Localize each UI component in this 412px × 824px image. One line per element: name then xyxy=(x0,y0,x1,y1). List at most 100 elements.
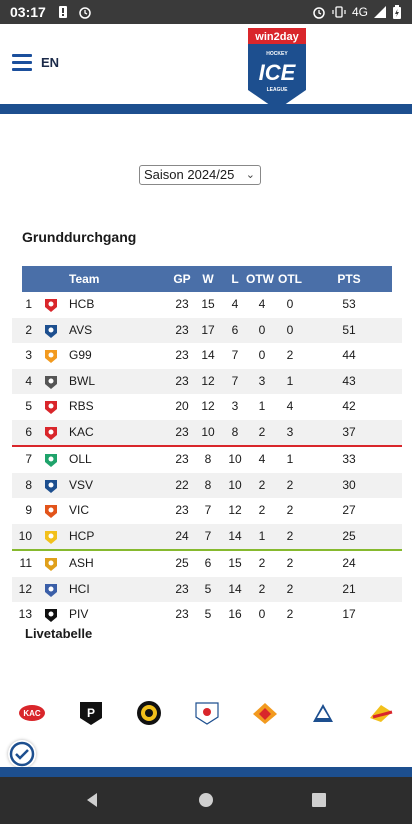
table-row[interactable]: 6 KAC 23 10 8 2 3 37 xyxy=(12,419,402,445)
row-otw: 1 xyxy=(258,528,266,543)
back-icon[interactable] xyxy=(84,792,100,808)
row-otl: 2 xyxy=(286,607,294,621)
row-position: 11 xyxy=(19,556,32,570)
graz-99ers-logo-icon[interactable] xyxy=(251,700,279,726)
row-points: 51 xyxy=(342,322,356,337)
table-row[interactable]: 3 G99 23 14 7 0 2 44 xyxy=(12,343,402,369)
row-wins: 6 xyxy=(204,556,212,570)
pioneers-logo-icon[interactable]: P xyxy=(77,700,105,726)
row-wins: 7 xyxy=(204,528,212,543)
header-pts: PTS xyxy=(337,272,361,286)
row-gp: 20 xyxy=(175,399,189,413)
row-position: 7 xyxy=(25,452,32,466)
asiago-logo-icon[interactable] xyxy=(367,700,395,726)
row-points: 33 xyxy=(342,452,356,466)
season-select[interactable]: Saison 2024/25 ⌄ xyxy=(139,165,261,185)
table-row[interactable]: 13 PIV 23 5 16 0 2 17 xyxy=(12,602,402,628)
row-wins: 15 xyxy=(201,297,215,311)
kac-logo-icon[interactable]: KAC xyxy=(18,700,46,726)
menu-icon[interactable] xyxy=(12,54,32,72)
row-team: VSV xyxy=(69,477,94,492)
row-otl: 1 xyxy=(286,373,294,388)
row-losses: 10 xyxy=(228,452,242,466)
team-logo-icon xyxy=(45,479,57,493)
row-losses: 7 xyxy=(231,348,239,362)
language-switch[interactable]: EN xyxy=(41,55,59,70)
row-team: BWL xyxy=(69,373,96,388)
row-position: 1 xyxy=(25,297,32,311)
row-losses: 12 xyxy=(228,503,242,517)
table-row[interactable]: 5 RBS 20 12 3 1 4 42 xyxy=(12,394,402,420)
row-position: 13 xyxy=(18,607,32,621)
table-row[interactable]: 1 HCB 23 15 4 4 0 53 xyxy=(12,292,402,318)
ice-league-logo[interactable]: win2day HOCKEY ICE LEAGUE xyxy=(246,28,308,112)
row-wins: 14 xyxy=(201,348,215,362)
svg-text:HOCKEY: HOCKEY xyxy=(266,51,288,57)
row-points: 17 xyxy=(342,607,356,621)
accessibility-check-icon[interactable] xyxy=(8,740,36,768)
team-logo-icon xyxy=(45,530,57,544)
battery-icon xyxy=(393,5,401,19)
pustertal-logo-icon[interactable] xyxy=(135,700,163,726)
notification-icon xyxy=(58,6,67,18)
row-team: ASH xyxy=(69,556,94,570)
table-row[interactable]: 7 OLL 23 8 10 4 1 33 xyxy=(12,447,402,473)
row-team: HCI xyxy=(69,581,90,596)
network-type: 4G xyxy=(351,5,368,19)
header-band xyxy=(0,104,412,114)
status-bar: 03:17 4G xyxy=(0,0,412,24)
table-row[interactable]: 12 HCI 23 5 14 2 2 21 xyxy=(12,576,402,602)
team-logo-icon xyxy=(45,558,57,571)
recents-icon[interactable] xyxy=(311,792,327,808)
row-otl: 3 xyxy=(286,424,294,439)
vsv-logo-icon[interactable] xyxy=(309,700,337,726)
alarm-icon xyxy=(79,7,91,19)
row-team: HCP xyxy=(69,528,95,543)
row-otw: 4 xyxy=(258,452,266,466)
table-row[interactable]: 4 BWL 23 12 7 3 1 43 xyxy=(12,368,402,394)
row-losses: 10 xyxy=(228,477,242,492)
row-otl: 2 xyxy=(286,581,294,596)
header-l: L xyxy=(231,272,239,286)
table-row[interactable]: 2 AVS 23 17 6 0 0 51 xyxy=(12,317,402,343)
table-row[interactable]: 8 VSV 22 8 10 2 2 30 xyxy=(12,472,402,498)
svg-text:KAC: KAC xyxy=(23,709,41,718)
header-otl: OTL xyxy=(278,272,302,286)
home-icon[interactable] xyxy=(198,792,214,808)
row-otw: 2 xyxy=(258,424,266,439)
team-logo-icon xyxy=(45,454,57,467)
alarm-icon xyxy=(313,7,325,19)
row-wins: 7 xyxy=(204,503,212,517)
row-team: RBS xyxy=(69,399,94,413)
row-gp: 23 xyxy=(175,503,189,517)
row-otw: 2 xyxy=(258,556,266,570)
row-otl: 2 xyxy=(286,348,294,362)
row-otl: 2 xyxy=(286,477,294,492)
footer-band xyxy=(0,767,412,777)
row-team: KAC xyxy=(69,424,94,439)
chevron-down-icon: ⌄ xyxy=(245,169,255,181)
status-time: 03:17 xyxy=(10,4,46,20)
table-row[interactable]: 11 ASH 25 6 15 2 2 24 xyxy=(12,551,402,577)
row-position: 10 xyxy=(18,528,32,543)
row-otw: 2 xyxy=(258,581,266,596)
livetabelle-link[interactable]: Livetabelle xyxy=(25,626,92,641)
redbull-salzburg-logo-icon[interactable] xyxy=(193,700,221,726)
svg-text:P: P xyxy=(87,706,95,720)
row-gp: 23 xyxy=(175,452,189,466)
row-wins: 10 xyxy=(201,424,215,439)
signal-icon xyxy=(374,6,386,18)
row-team: HCB xyxy=(69,297,95,311)
header-otw: OTW xyxy=(246,272,274,286)
row-points: 21 xyxy=(342,581,356,596)
row-otw: 2 xyxy=(258,503,266,517)
table-header: Team GP W L OTW OTL PTS xyxy=(22,266,392,292)
row-points: 27 xyxy=(342,503,356,517)
row-otl: 0 xyxy=(286,322,294,337)
svg-text:win2day: win2day xyxy=(254,31,299,43)
table-row[interactable]: 10 HCP 24 7 14 1 2 25 xyxy=(12,523,402,549)
row-position: 9 xyxy=(25,503,32,517)
row-points: 43 xyxy=(342,373,356,388)
table-row[interactable]: 9 VIC 23 7 12 2 2 27 xyxy=(12,498,402,524)
row-losses: 4 xyxy=(231,297,239,311)
